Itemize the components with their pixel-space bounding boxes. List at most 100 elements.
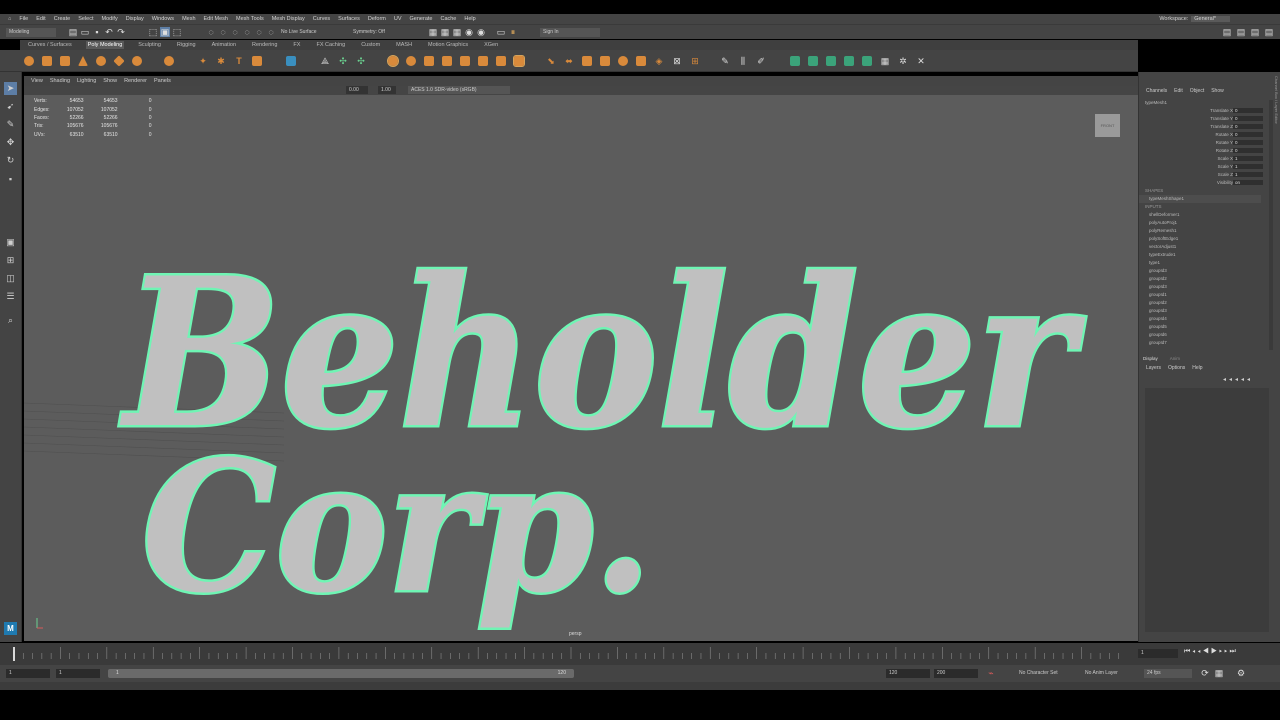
cb-shape-item[interactable]: typeMeshShape1 bbox=[1139, 195, 1261, 203]
bridge-icon[interactable] bbox=[513, 55, 525, 67]
menu-modify[interactable]: Modify bbox=[102, 16, 118, 22]
loop-icon[interactable]: ⟳ bbox=[1200, 668, 1210, 678]
character-set-dropdown[interactable]: No Character Set bbox=[1016, 669, 1076, 678]
move-tool-icon[interactable]: ✥ bbox=[4, 136, 17, 149]
collapse-icon[interactable] bbox=[636, 56, 646, 66]
menu-select[interactable]: Select bbox=[78, 16, 93, 22]
shelf-tab-fx[interactable]: FX bbox=[291, 41, 302, 49]
uv-grid-icon[interactable]: ▦ bbox=[880, 56, 890, 66]
menu-deform[interactable]: Deform bbox=[368, 16, 386, 22]
cb-input-item[interactable]: groupId3 bbox=[1139, 307, 1261, 315]
cb-attr-value[interactable]: 0 bbox=[1233, 124, 1263, 129]
menu-mesh-tools[interactable]: Mesh Tools bbox=[236, 16, 264, 22]
cb-attr-row[interactable]: Rotate Z0 bbox=[1139, 148, 1267, 156]
poly-plane-icon[interactable] bbox=[113, 55, 125, 67]
maya-home-icon[interactable]: ⌂ bbox=[8, 16, 11, 22]
snap-live-icon[interactable]: ◌ bbox=[266, 27, 276, 37]
playback-controls[interactable]: ⏮◂◂◀▶▸▸⏭ bbox=[1184, 648, 1238, 656]
cb-menu-edit[interactable]: Edit bbox=[1174, 88, 1183, 94]
workspace-dropdown[interactable]: General* bbox=[1191, 16, 1230, 22]
cb-menu-show[interactable]: Show bbox=[1211, 88, 1224, 94]
open-scene-icon[interactable]: ▭ bbox=[80, 27, 90, 37]
sign-in-button[interactable]: Sign In bbox=[540, 28, 600, 37]
cb-attr-value[interactable]: 1 bbox=[1233, 172, 1263, 177]
current-frame-field[interactable]: 1 bbox=[1138, 649, 1178, 658]
cb-menu-object[interactable]: Object bbox=[1190, 88, 1204, 94]
hypershade-icon[interactable]: ◉ bbox=[476, 27, 486, 37]
remesh-icon[interactable] bbox=[406, 56, 416, 66]
playback-start-field[interactable]: 1 bbox=[56, 669, 100, 678]
shelf-tab-sculpting[interactable]: Sculpting bbox=[136, 41, 163, 49]
smooth-icon[interactable]: ✣ bbox=[356, 56, 366, 66]
cb-attr-row[interactable]: Translate X0 bbox=[1139, 108, 1267, 116]
pause-viewport-icon[interactable]: ⏸ bbox=[508, 27, 518, 37]
mode-dropdown[interactable]: Modeling bbox=[6, 28, 56, 37]
shelf-tab-xgen[interactable]: XGen bbox=[482, 41, 500, 49]
cb-input-item[interactable]: typeExtrude1 bbox=[1139, 251, 1261, 259]
side-tab-channel-box[interactable]: Channel Box / Layer Editor bbox=[1273, 76, 1279, 366]
menu-cache[interactable]: Cache bbox=[440, 16, 456, 22]
uv-cylindrical-icon[interactable] bbox=[808, 56, 818, 66]
fps-dropdown[interactable]: 24 fps bbox=[1144, 669, 1192, 678]
cb-attr-row[interactable]: Scale Z1 bbox=[1139, 172, 1267, 180]
combine-icon[interactable]: ⟁ bbox=[320, 56, 330, 66]
fill-hole-icon[interactable] bbox=[460, 56, 470, 66]
type-tool-icon[interactable]: ✱ bbox=[216, 56, 226, 66]
layer-tab-display[interactable]: Display bbox=[1143, 356, 1158, 361]
snap-point-icon[interactable]: ◌ bbox=[230, 27, 240, 37]
cb-attr-value[interactable]: 1 bbox=[1233, 164, 1263, 169]
offset-edge-loop-icon[interactable]: ✐ bbox=[756, 56, 766, 66]
shelf-tab-rigging[interactable]: Rigging bbox=[175, 41, 198, 49]
cb-attr-value[interactable]: 1 bbox=[1233, 156, 1263, 161]
menu-windows[interactable]: Windows bbox=[152, 16, 174, 22]
scene-end-field[interactable]: 200 bbox=[934, 669, 978, 678]
menu-mesh[interactable]: Mesh bbox=[182, 16, 195, 22]
snap-grid-icon[interactable]: ◌ bbox=[206, 27, 216, 37]
paint-select-icon[interactable]: ✎ bbox=[4, 118, 17, 131]
menu-surfaces[interactable]: Surfaces bbox=[338, 16, 360, 22]
layer-menu-layers[interactable]: Layers bbox=[1146, 365, 1161, 371]
scene-start-field[interactable]: 1 bbox=[6, 669, 50, 678]
render-settings-icon[interactable]: ◉ bbox=[464, 27, 474, 37]
panel-menu-lighting[interactable]: Lighting bbox=[77, 78, 96, 84]
poly-cylinder-icon[interactable] bbox=[60, 56, 70, 66]
render-setup-icon[interactable]: ▭ bbox=[496, 27, 506, 37]
text-tool-icon[interactable]: T bbox=[234, 56, 244, 66]
sweep-mesh-icon[interactable]: ✦ bbox=[198, 56, 208, 66]
bevel2-icon[interactable]: ⬌ bbox=[564, 56, 574, 66]
tool-settings-toggle-icon[interactable]: ▤ bbox=[1250, 27, 1260, 37]
menu-create[interactable]: Create bbox=[54, 16, 71, 22]
snap-curve-icon[interactable]: ◌ bbox=[218, 27, 228, 37]
menu-curves[interactable]: Curves bbox=[313, 16, 330, 22]
cb-input-item[interactable]: groupId2 bbox=[1139, 299, 1261, 307]
cb-input-item[interactable]: groupId5 bbox=[1139, 323, 1261, 331]
save-scene-icon[interactable]: ▪ bbox=[92, 27, 102, 37]
mirror-icon[interactable] bbox=[442, 56, 452, 66]
current-time-marker[interactable] bbox=[13, 647, 15, 661]
symmetry-dropdown[interactable]: Symmetry: Off bbox=[350, 28, 410, 37]
cb-input-item[interactable]: shellDeformer1 bbox=[1139, 211, 1261, 219]
retopo-icon[interactable] bbox=[424, 56, 434, 66]
anim-prefs-icon[interactable]: ⚙ bbox=[1236, 668, 1246, 678]
bevel-icon[interactable]: ⬊ bbox=[546, 56, 556, 66]
cb-attr-row[interactable]: Rotate Y0 bbox=[1139, 140, 1267, 148]
cb-attr-row[interactable]: Translate Z0 bbox=[1139, 124, 1267, 132]
separate-icon[interactable]: ✣ bbox=[338, 56, 348, 66]
select-object-icon[interactable]: ▣ bbox=[160, 27, 170, 37]
shelf-tab-curves-surfaces[interactable]: Curves / Surfaces bbox=[26, 41, 74, 49]
command-line[interactable] bbox=[0, 682, 1280, 690]
shelf-tab-motion-graphics[interactable]: Motion Graphics bbox=[426, 41, 470, 49]
lasso-tool-icon[interactable]: ➹ bbox=[4, 100, 17, 113]
layer-list[interactable] bbox=[1145, 388, 1269, 632]
cb-input-item[interactable]: groupId2 bbox=[1139, 275, 1261, 283]
rotate-tool-icon[interactable]: ↻ bbox=[4, 154, 17, 167]
single-view-icon[interactable]: ▣ bbox=[4, 236, 17, 249]
uv-automatic-icon[interactable] bbox=[844, 56, 854, 66]
range-slider[interactable]: 1 120 bbox=[108, 669, 574, 678]
select-component-icon[interactable]: ⬚ bbox=[172, 27, 182, 37]
uv-planar-icon[interactable] bbox=[790, 56, 800, 66]
menu-edit-mesh[interactable]: Edit Mesh bbox=[204, 16, 228, 22]
exposure-field[interactable]: 0.00 bbox=[346, 86, 368, 94]
panel-menu-shading[interactable]: Shading bbox=[50, 78, 70, 84]
cb-input-item[interactable]: groupId6 bbox=[1139, 331, 1261, 339]
